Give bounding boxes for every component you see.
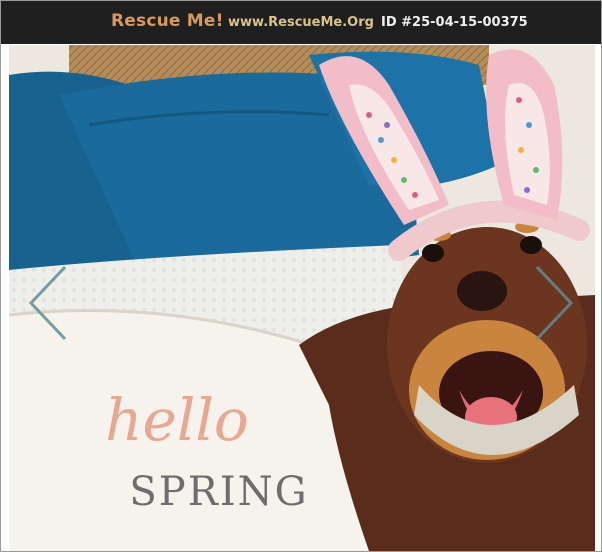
brand-logo[interactable]: Rescue Me! xyxy=(111,11,224,31)
pillow-hello-text: hello xyxy=(105,386,249,454)
previous-photo-button[interactable] xyxy=(25,263,69,343)
pet-photo: hello SPRING xyxy=(9,45,595,551)
chevron-right-icon xyxy=(535,265,574,341)
pillow-spring-text: SPRING xyxy=(129,469,308,515)
chevron-left-icon xyxy=(28,265,67,341)
page-frame: Rescue Me! www.RescueMe.Org ID #25-04-15… xyxy=(0,0,602,552)
pet-id-label: ID #25-04-15-00375 xyxy=(381,15,528,30)
next-photo-button[interactable] xyxy=(533,263,577,343)
header-bar: Rescue Me! www.RescueMe.Org ID #25-04-15… xyxy=(1,1,601,44)
site-link[interactable]: www.RescueMe.Org xyxy=(228,15,374,30)
